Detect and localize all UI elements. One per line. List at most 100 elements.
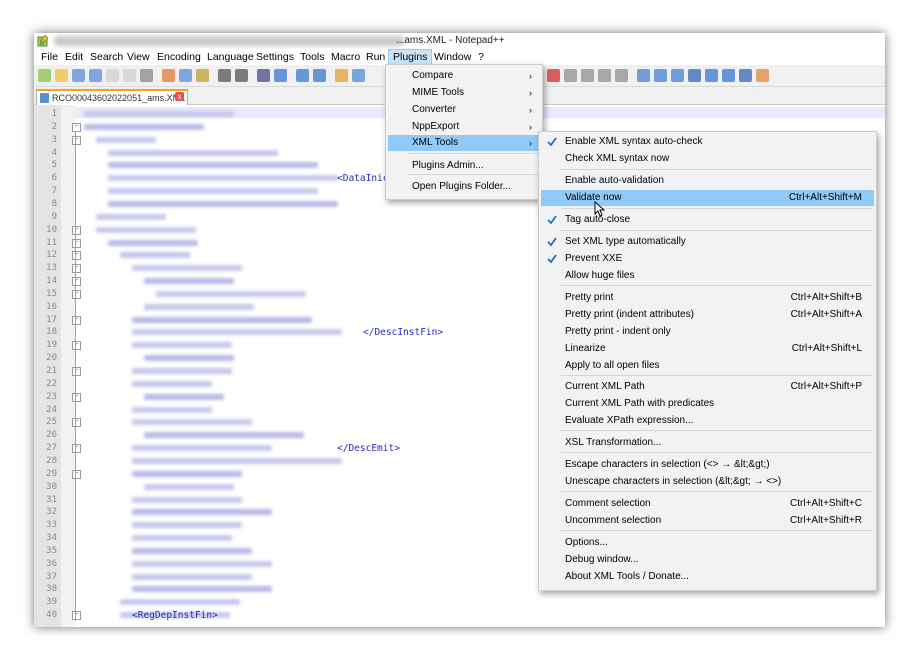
print-icon[interactable] xyxy=(140,69,153,82)
plugins-item-xml-tools[interactable]: XML Tools › xyxy=(388,135,540,151)
xml-item-enable-auto-validation[interactable]: Enable auto-validation xyxy=(541,173,874,189)
open-file-icon[interactable] xyxy=(55,69,68,82)
plugins-item-nppexport[interactable]: NppExport › xyxy=(388,119,540,135)
fold-toggle-icon[interactable]: − xyxy=(72,418,81,428)
menu-search[interactable]: Search xyxy=(86,50,127,64)
xml-item-set-xml-type-automatically[interactable]: Set XML type automatically xyxy=(541,234,874,250)
record-macro-icon[interactable] xyxy=(547,69,560,82)
down-arrow-icon[interactable] xyxy=(722,69,735,82)
fold-toggle-icon[interactable]: − xyxy=(72,341,81,351)
xml-item-evaluate-xpath-expression[interactable]: Evaluate XPath expression... xyxy=(541,413,874,429)
fold-margin[interactable] xyxy=(61,105,75,627)
line-number: 18 xyxy=(46,327,57,338)
xml-item-current-xml-path[interactable]: Current XML Path Ctrl+Alt+Shift+P xyxy=(541,379,874,395)
xml-item-current-xml-path-with-predicates[interactable]: Current XML Path with predicates xyxy=(541,396,874,412)
sync-h-icon[interactable] xyxy=(352,69,365,82)
play-multiple-icon[interactable] xyxy=(598,69,611,82)
panel-icon[interactable] xyxy=(654,69,667,82)
menu-item-label: About XML Tools / Donate... xyxy=(565,571,689,582)
bookmark-icon[interactable] xyxy=(637,69,650,82)
menu-macro[interactable]: Macro xyxy=(327,50,364,64)
collapse-icon[interactable] xyxy=(688,69,701,82)
plugins-item-compare[interactable]: Compare › xyxy=(388,68,540,84)
menu-encoding[interactable]: Encoding xyxy=(153,50,205,64)
fold-toggle-icon[interactable]: − xyxy=(72,289,81,299)
xml-item-enable-xml-syntax-auto-check[interactable]: Enable XML syntax auto-check xyxy=(541,134,874,150)
xml-item-options[interactable]: Options... xyxy=(541,535,874,551)
xml-item-pretty-print-indent-attributes[interactable]: Pretty print (indent attributes) Ctrl+Alt… xyxy=(541,307,874,323)
menu-settings[interactable]: Settings xyxy=(252,50,298,64)
xml-item-apply-to-all-open-files[interactable]: Apply to all open files xyxy=(541,358,874,374)
plugins-item-open-plugins-folder[interactable]: Open Plugins Folder... xyxy=(388,179,540,195)
save-all-icon[interactable] xyxy=(89,69,102,82)
menu-edit[interactable]: Edit xyxy=(61,50,87,64)
fold-toggle-icon[interactable]: − xyxy=(72,135,81,145)
fold-toggle-icon[interactable]: − xyxy=(72,251,81,261)
fold-toggle-icon[interactable]: − xyxy=(72,122,81,132)
xml-item-xsl-transformation[interactable]: XSL Transformation... xyxy=(541,435,874,451)
paste-icon[interactable] xyxy=(196,69,209,82)
menu-run[interactable]: Run xyxy=(362,50,389,64)
plugins-item-converter[interactable]: Converter › xyxy=(388,102,540,118)
save-icon[interactable] xyxy=(72,69,85,82)
fold-toggle-icon[interactable]: − xyxy=(72,238,81,248)
play-macro-icon[interactable] xyxy=(581,69,594,82)
menu-help[interactable]: ? xyxy=(474,50,488,64)
plugins-item-plugins-admin[interactable]: Plugins Admin... xyxy=(388,158,540,174)
menu-view[interactable]: View xyxy=(123,50,154,64)
xml-item-escape-characters-in-selection-lt-gt[interactable]: Escape characters in selection (<> → &lt… xyxy=(541,457,874,473)
fold-toggle-icon[interactable]: − xyxy=(72,315,81,325)
fold-toggle-icon[interactable]: − xyxy=(72,367,81,376)
expand-icon[interactable] xyxy=(739,69,752,82)
xml-item-validate-now[interactable]: Validate now Ctrl+Alt+Shift+M xyxy=(541,190,874,206)
menu-language[interactable]: Language xyxy=(203,50,258,64)
code-line-blurred xyxy=(96,136,156,143)
undo-icon[interactable] xyxy=(218,69,231,82)
plugins-item-mime-tools[interactable]: MIME Tools › xyxy=(388,85,540,101)
sync-v-icon[interactable] xyxy=(335,69,348,82)
up-arrow-icon[interactable] xyxy=(705,69,718,82)
xml-item-check-xml-syntax-now[interactable]: Check XML syntax now xyxy=(541,151,874,167)
menu-item-label: Current XML Path with predicates xyxy=(565,398,715,409)
xml-item-pretty-print[interactable]: Pretty print Ctrl+Alt+Shift+B xyxy=(541,290,874,306)
replace-icon[interactable] xyxy=(274,69,287,82)
new-file-icon[interactable] xyxy=(38,69,51,82)
close-tab-icon[interactable]: x xyxy=(175,92,184,101)
xml-item-unescape-characters-in-selection-lt-gt[interactable]: Unescape characters in selection (&lt;&g… xyxy=(541,474,874,490)
xml-item-about-xml-tools-donate[interactable]: About XML Tools / Donate... xyxy=(541,569,874,585)
redo-icon[interactable] xyxy=(235,69,248,82)
zoom-out-icon[interactable] xyxy=(313,69,326,82)
xml-item-comment-selection[interactable]: Comment selection Ctrl+Alt+Shift+C xyxy=(541,496,874,512)
copy-icon[interactable] xyxy=(179,69,192,82)
fold-toggle-icon[interactable]: − xyxy=(72,392,81,402)
menu-tools[interactable]: Tools xyxy=(296,50,329,64)
line-number: 32 xyxy=(46,507,57,518)
file-tab[interactable]: RCO00043602022051_ams.XML x xyxy=(36,89,188,106)
window-icon[interactable] xyxy=(756,69,769,82)
menu-plugins[interactable]: Plugins xyxy=(388,49,433,65)
find-icon[interactable] xyxy=(257,69,270,82)
stop-macro-icon[interactable] xyxy=(564,69,577,82)
menu-window[interactable]: Window xyxy=(430,50,475,64)
save-macro-icon[interactable] xyxy=(615,69,628,82)
xml-item-allow-huge-files[interactable]: Allow huge files xyxy=(541,268,874,284)
xml-item-prevent-xxe[interactable]: Prevent XXE xyxy=(541,251,874,267)
list-icon[interactable] xyxy=(671,69,684,82)
cut-icon[interactable] xyxy=(162,69,175,82)
xml-item-linearize[interactable]: Linearize Ctrl+Alt+Shift+L xyxy=(541,341,874,357)
zoom-in-icon[interactable] xyxy=(296,69,309,82)
close-icon[interactable] xyxy=(106,69,119,82)
fold-toggle-icon[interactable]: − xyxy=(72,225,81,235)
close-all-icon[interactable] xyxy=(123,69,136,82)
xml-item-pretty-print-indent-only[interactable]: Pretty print - indent only xyxy=(541,324,874,340)
xml-item-uncomment-selection[interactable]: Uncomment selection Ctrl+Alt+Shift+R xyxy=(541,513,874,529)
fold-toggle-icon[interactable]: − xyxy=(72,264,81,274)
fold-toggle-icon[interactable]: − xyxy=(72,277,81,287)
fold-toggle-icon[interactable]: − xyxy=(72,611,81,621)
fold-toggle-icon[interactable]: − xyxy=(72,444,81,454)
fold-toggle-icon[interactable]: − xyxy=(72,469,81,479)
menu-file[interactable]: File xyxy=(37,50,62,64)
xml-item-tag-auto-close[interactable]: Tag auto-close xyxy=(541,212,874,228)
xml-item-debug-window[interactable]: Debug window... xyxy=(541,552,874,568)
menu-item-shortcut: Ctrl+Alt+Shift+R xyxy=(790,515,862,526)
